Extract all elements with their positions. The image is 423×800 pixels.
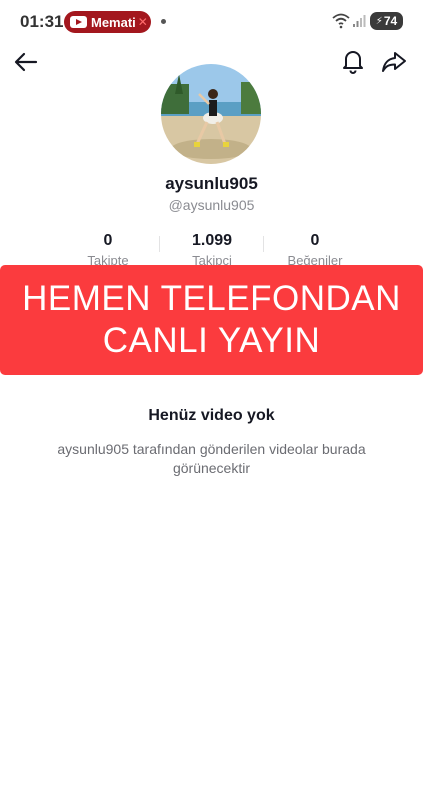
battery-charging-icon: ⚡ 74 bbox=[370, 12, 403, 30]
stat-following[interactable]: 0 Takipte bbox=[58, 232, 158, 268]
avatar[interactable] bbox=[161, 64, 261, 164]
stat-divider bbox=[159, 236, 160, 252]
banner-line-1: HEMEN TELEFONDAN bbox=[22, 279, 401, 318]
avatar-photo bbox=[161, 64, 261, 164]
stat-followers[interactable]: 1.099 Takipçi bbox=[162, 232, 262, 268]
profile-stats: 0 Takipte 1.099 Takipçi 0 Beğeniler bbox=[0, 232, 423, 268]
wifi-icon bbox=[332, 13, 350, 29]
live-stream-banner[interactable]: HEMEN TELEFONDAN CANLI YAYIN bbox=[0, 265, 423, 375]
stat-likes-value: 0 bbox=[310, 232, 320, 249]
status-time: 01:31 bbox=[20, 12, 64, 31]
stat-following-value: 0 bbox=[103, 232, 113, 249]
empty-state-title: Henüz video yok bbox=[148, 407, 275, 424]
status-bar: 01:31 Memati ✕ ⚡ 74 bbox=[0, 0, 423, 42]
empty-state-description: aysunlu905 tarafından gönderilen videola… bbox=[57, 441, 366, 476]
stat-likes[interactable]: 0 Beğeniler bbox=[265, 232, 365, 268]
profile-username: aysunlu905 bbox=[165, 174, 258, 193]
share-icon[interactable] bbox=[380, 48, 408, 76]
bell-icon[interactable] bbox=[340, 48, 366, 74]
battery-level: 74 bbox=[383, 14, 398, 28]
notification-dot-icon bbox=[161, 19, 166, 24]
youtube-icon bbox=[70, 16, 87, 28]
back-arrow-icon[interactable] bbox=[12, 48, 40, 76]
stat-divider bbox=[263, 236, 264, 252]
notification-text: Memati bbox=[91, 14, 136, 30]
stat-followers-value: 1.099 bbox=[191, 232, 233, 249]
signal-icon bbox=[353, 15, 366, 27]
profile-handle: @aysunlu905 bbox=[168, 197, 255, 213]
banner-line-2: CANLI YAYIN bbox=[102, 321, 321, 360]
notification-extra-icon: ✕ bbox=[137, 15, 148, 29]
youtube-notification-pill[interactable]: Memati ✕ bbox=[64, 11, 151, 33]
